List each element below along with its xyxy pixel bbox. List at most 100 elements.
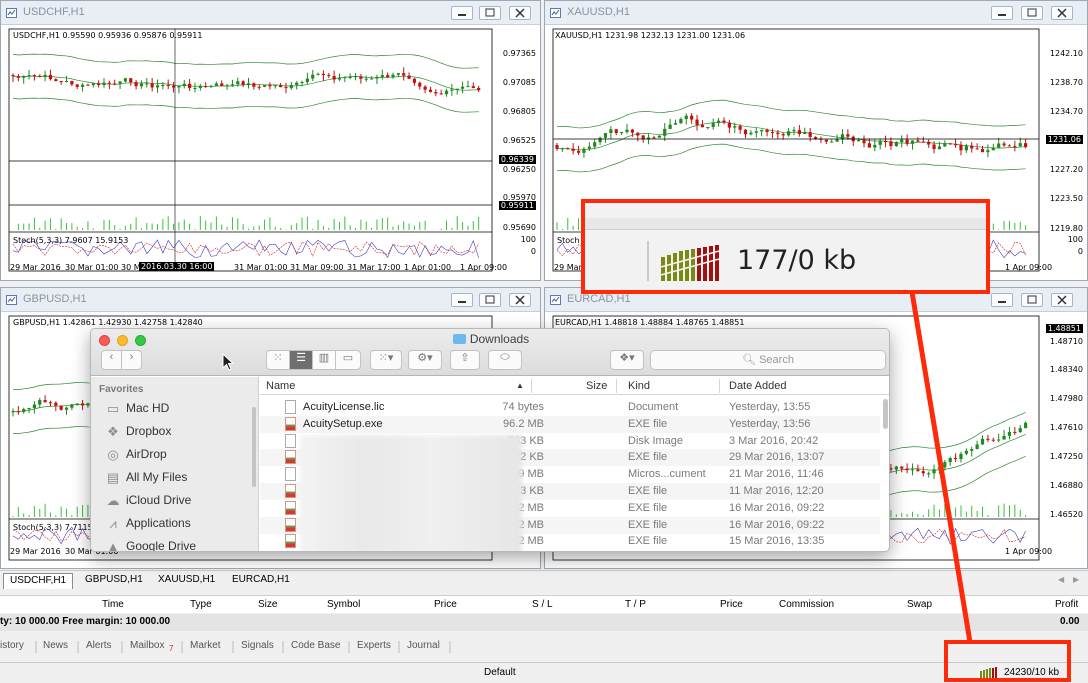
file-name: AcuitySetup.exe xyxy=(303,417,383,430)
minimize-button[interactable] xyxy=(991,293,1013,307)
dropbox-button[interactable]: ❖▾ xyxy=(610,350,644,370)
price-label: 1227.20 xyxy=(1049,165,1083,174)
column-date-added[interactable]: Date Added xyxy=(729,380,787,392)
finder-sidebar: Favorites ▭ Mac HD ❖ Dropbox ◎ AirDrop ▤ All… xyxy=(91,377,259,552)
price-label: 1234.70 xyxy=(1049,107,1083,116)
file-size: 96.2 MB xyxy=(503,417,544,430)
file-date: 21 Mar 2016, 11:46 xyxy=(729,468,824,481)
chart-tab[interactable]: GBPUSD,H1 xyxy=(79,573,149,589)
cover-flow-button[interactable]: ▭ xyxy=(335,350,361,370)
column-view-button[interactable]: ▥ xyxy=(312,350,336,370)
minimize-button[interactable] xyxy=(451,6,473,20)
tab-scroll-right-icon[interactable]: ▶ xyxy=(1073,575,1079,584)
back-button[interactable]: ‹ xyxy=(101,350,122,370)
file-icon xyxy=(285,416,296,431)
col-symbol[interactable]: Symbol xyxy=(327,599,360,610)
chart-titlebar[interactable]: USDCHF,H1 xyxy=(1,1,540,25)
chart-header: GBPUSD,H1 1.42861 1.42930 1.42758 1.4284… xyxy=(13,318,203,327)
sidebar-item-airdrop[interactable]: ◎ AirDrop xyxy=(105,447,166,467)
minimize-button[interactable] xyxy=(991,6,1013,20)
time-label: 30 M xyxy=(121,263,141,272)
col-profit[interactable]: Profit xyxy=(1055,599,1078,610)
traffic-highlight-box xyxy=(944,640,1071,682)
current-price-tag: 1231.06 xyxy=(1045,135,1083,144)
col-sl[interactable]: S / L xyxy=(532,599,553,610)
dropbox-icon: ❖ xyxy=(107,424,119,439)
sidebar-item-applications[interactable]: ⩘ Applications xyxy=(105,516,190,536)
tags-button[interactable]: ⬭ xyxy=(488,350,522,370)
tab-scroll-left-icon[interactable]: ◀ xyxy=(1058,575,1064,584)
action-gear-button[interactable]: ⚙▾ xyxy=(408,350,442,370)
finder-toolbar: Downloads ‹ › ⁙ ☰ ▥ ▭ ⁙▾ ⚙▾ ⇧ ⬭ ❖▾ 🔍︎ Se… xyxy=(91,329,889,376)
share-button[interactable]: ⇧ xyxy=(450,350,480,370)
file-date: 16 Mar 2016, 09:22 xyxy=(729,518,825,531)
chart-window-icon xyxy=(550,8,561,18)
file-kind: Document xyxy=(628,401,679,413)
chart-tab[interactable]: XAUUSD,H1 xyxy=(152,573,221,589)
minimize-button[interactable] xyxy=(451,293,473,307)
file-name: AcuityLicense.lic xyxy=(303,401,385,413)
col-price-current[interactable]: Price xyxy=(720,599,743,610)
close-button[interactable] xyxy=(1051,6,1073,20)
current-price-tag: 0.96339 xyxy=(498,155,536,164)
finder-window[interactable]: Downloads ‹ › ⁙ ☰ ▥ ▭ ⁙▾ ⚙▾ ⇧ ⬭ ❖▾ 🔍︎ Se… xyxy=(90,328,890,552)
sidebar-scrollbar[interactable] xyxy=(252,407,256,487)
chart-window-icon xyxy=(6,295,17,305)
arrange-button[interactable]: ⁙▾ xyxy=(370,350,402,370)
file-date: 3 Mar 2016, 20:42 xyxy=(729,434,819,447)
file-row[interactable]: AcuitySetup.exe 96.2 MB EXE file Yesterday,… xyxy=(260,415,880,433)
time-label: 1 Apr 01:00 xyxy=(404,263,452,272)
col-tp[interactable]: T / P xyxy=(625,599,646,610)
maximize-button[interactable] xyxy=(479,293,501,307)
chart-window-usdchf[interactable]: USDCHF,H1 USDCHF,H1 0.95590 0.95936 0.95… xyxy=(0,0,541,281)
time-label: 30 Mar 01:00 xyxy=(65,263,119,272)
file-kind: EXE file xyxy=(628,518,668,531)
chart-tab[interactable]: USDCHF,H1 xyxy=(3,573,74,589)
sidebar-item-icloud-drive[interactable]: ☁ iCloud Drive xyxy=(105,493,192,513)
maximize-button[interactable] xyxy=(1021,293,1043,307)
google-drive-icon: ▲ xyxy=(106,539,120,552)
col-swap[interactable]: Swap xyxy=(907,599,932,610)
stochastic-label: Stoch(5,3,3) 7.9607 15.9153 xyxy=(13,236,129,245)
forward-button[interactable]: › xyxy=(121,350,142,370)
chart-titlebar[interactable]: XAUUSD,H1 xyxy=(545,1,1087,25)
file-size: 74 bytes xyxy=(502,401,544,413)
col-price[interactable]: Price xyxy=(434,599,457,610)
file-list-scrollbar[interactable] xyxy=(883,399,888,429)
finder-title: Downloads xyxy=(91,332,889,346)
column-name[interactable]: Name xyxy=(266,380,295,392)
search-input[interactable]: 🔍︎ Search xyxy=(650,350,886,370)
sidebar-item-mac-hd[interactable]: ▭ Mac HD xyxy=(105,401,170,421)
crosshair-time-tag: 2016.03.30 16:00 xyxy=(139,262,215,271)
sidebar-item-all-my-files[interactable]: ▤ All My Files xyxy=(105,470,188,490)
icon-view-button[interactable]: ⁙ xyxy=(266,350,290,370)
sidebar-item-google-drive[interactable]: ▲ Google Drive xyxy=(105,539,196,552)
chart-tab[interactable]: EURCAD,H1 xyxy=(226,573,296,589)
sidebar-heading: Favorites xyxy=(99,384,144,395)
chart-header: USDCHF,H1 0.95590 0.95936 0.95876 0.9591… xyxy=(13,31,203,40)
chart-header: EURCAD,H1 1.48818 1.48884 1.48765 1.4885… xyxy=(555,318,745,327)
maximize-button[interactable] xyxy=(479,6,501,20)
sort-up-icon[interactable]: ▲ xyxy=(516,381,524,390)
close-button[interactable] xyxy=(1051,293,1073,307)
column-size[interactable]: Size xyxy=(586,380,607,392)
close-button[interactable] xyxy=(509,6,531,20)
col-size[interactable]: Size xyxy=(258,599,277,610)
list-view-button[interactable]: ☰ xyxy=(289,350,313,370)
profile-name[interactable]: Default xyxy=(484,667,516,678)
file-icon xyxy=(285,517,296,532)
col-time[interactable]: Time xyxy=(102,599,124,610)
file-row[interactable]: AcuityLicense.lic 74 bytes Document Yesterd… xyxy=(260,399,880,416)
sidebar-item-dropbox[interactable]: ❖ Dropbox xyxy=(105,424,171,444)
price-label: 1.47250 xyxy=(1049,452,1083,461)
price-label: 1242.10 xyxy=(1049,49,1083,58)
col-commission[interactable]: Commission xyxy=(779,599,834,610)
file-date: Yesterday, 13:56 xyxy=(729,417,811,430)
close-button[interactable] xyxy=(509,293,531,307)
maximize-button[interactable] xyxy=(1021,6,1043,20)
column-kind[interactable]: Kind xyxy=(628,380,650,392)
file-icon xyxy=(285,484,296,498)
chart-titlebar[interactable]: GBPUSD,H1 xyxy=(1,288,540,312)
chart-title: GBPUSD,H1 xyxy=(23,293,87,305)
col-type[interactable]: Type xyxy=(190,599,212,610)
